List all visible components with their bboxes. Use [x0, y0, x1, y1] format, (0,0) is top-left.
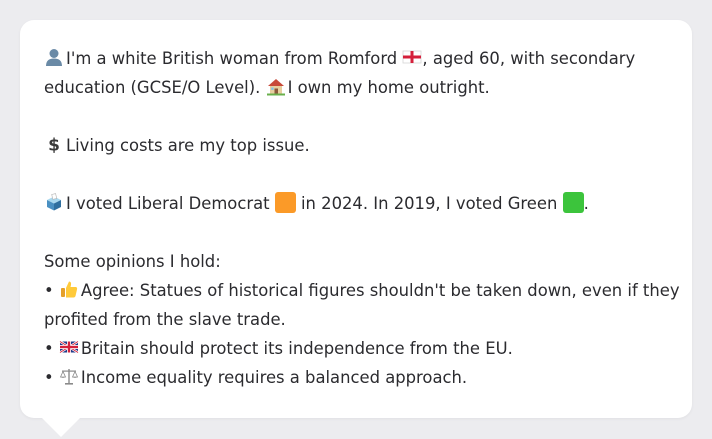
profile-line-1: I'm a white British woman from Romford ,… — [44, 44, 674, 73]
message-card: I'm a white British woman from Romford ,… — [20, 20, 692, 418]
ballot-box-icon — [47, 193, 61, 211]
green-square-icon — [562, 192, 584, 213]
voting-text-2: in 2024. In 2019, I voted Green — [300, 194, 558, 213]
orange-square-icon — [274, 192, 296, 213]
issue-text: Living costs are my top issue. — [66, 136, 310, 155]
opinion-item-1-continued: profited from the slave trade. — [44, 305, 674, 334]
svg-text:$: $ — [48, 136, 60, 155]
opinion-text-1a: Agree: Statues of historical figures sho… — [80, 281, 680, 300]
bullet: • — [44, 281, 54, 300]
person-icon — [46, 49, 62, 66]
voting-line: I voted Liberal Democrat in 2024. In 201… — [44, 189, 674, 218]
house-icon — [266, 79, 285, 96]
voting-text-1: I voted Liberal Democrat — [66, 194, 270, 213]
profile-text-1a: I'm a white British woman from Romford — [66, 49, 398, 68]
opinion-item-3: • Income equality requires a balanced ap… — [44, 363, 674, 392]
opinion-item-1: • Agree: Statues of historical figures s… — [44, 276, 680, 305]
opinion-text-1b: profited from the slave trade. — [44, 310, 286, 329]
bullet: • — [44, 368, 54, 387]
message-content: I'm a white British woman from Romford ,… — [44, 44, 680, 392]
bullet: • — [44, 339, 54, 358]
opinion-text-3: Income equality requires a balanced appr… — [80, 368, 468, 387]
opinion-item-2: • Britain should protect its independenc… — [44, 334, 674, 363]
england-flag-icon — [403, 50, 422, 64]
profile-text-1b: , aged 60, with secondary — [422, 49, 636, 68]
opinion-text-2: Britain should protect its independence … — [80, 339, 513, 358]
dollar-icon: $ — [48, 136, 60, 155]
balance-scale-icon — [59, 369, 79, 385]
thumbs-up-icon — [60, 281, 78, 298]
profile-text-2b: I own my home outright. — [287, 78, 490, 97]
speech-bubble-tail — [42, 418, 80, 437]
profile-text-2a: education (GCSE/O Level). — [44, 78, 261, 97]
voting-text-3: . — [583, 194, 589, 213]
issue-line: $ Living costs are my top issue. — [44, 131, 674, 160]
profile-line-2: education (GCSE/O Level). I own my home … — [44, 73, 674, 102]
uk-flag-icon — [59, 340, 79, 354]
opinions-heading: Some opinions I hold: — [44, 252, 221, 271]
